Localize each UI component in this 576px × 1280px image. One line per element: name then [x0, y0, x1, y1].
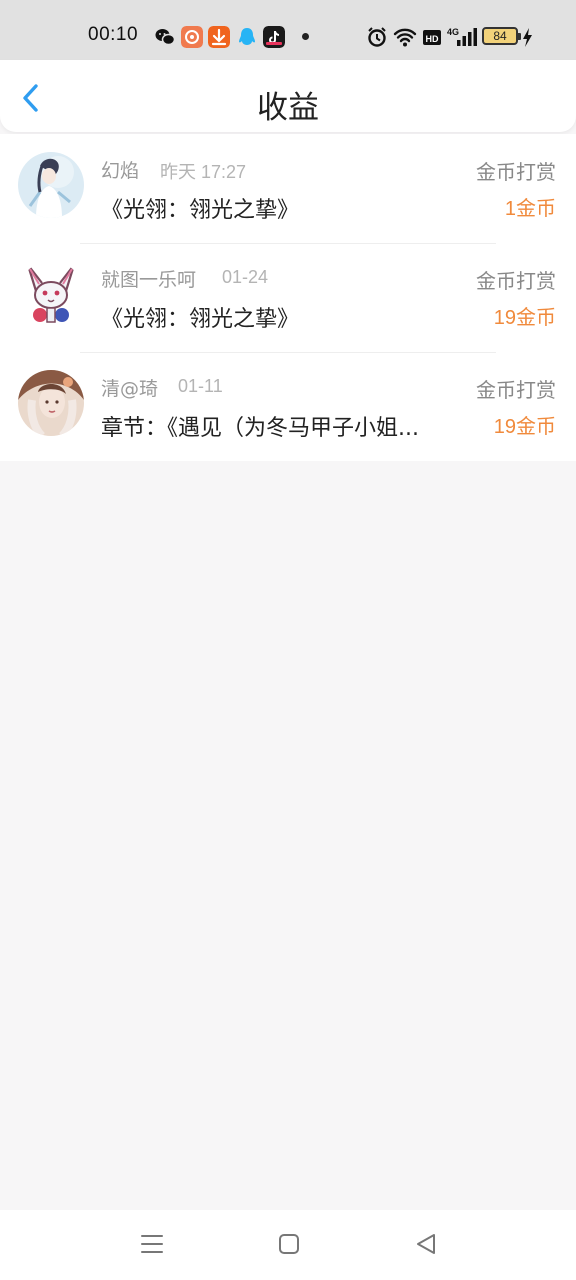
- page-title: 收益: [257, 90, 319, 126]
- record-user: 就图一乐呵: [101, 269, 197, 291]
- svg-text:4G: 4G: [447, 27, 459, 37]
- signal-4g-icon: 4G: [447, 27, 477, 46]
- svg-text:HD: HD: [426, 34, 439, 44]
- record-type: 金币打赏: [476, 160, 556, 184]
- wifi-icon: [393, 28, 417, 47]
- record-user: 清@琦: [101, 378, 159, 400]
- record-work: 《光翎：翎光之挚》: [101, 307, 300, 332]
- record-date: 昨天 17:27: [160, 162, 247, 182]
- alarm-icon: [368, 27, 386, 47]
- tiktok-icon: [263, 26, 285, 48]
- record-type: 金币打赏: [476, 269, 556, 293]
- record-amount: 19金币: [493, 307, 556, 329]
- list-item[interactable]: 就图一乐呵 01-24 《光翎：翎光之挚》 金币打赏 19金币: [0, 243, 576, 352]
- income-list: 幻焰 昨天 17:27 《光翎：翎光之挚》 金币打赏 1金币 就图一乐呵 01-…: [0, 134, 576, 461]
- record-date: 01-11: [178, 376, 223, 396]
- avatar[interactable]: [18, 370, 84, 436]
- qq-icon: [239, 28, 255, 45]
- record-date: 01-24: [222, 267, 269, 287]
- system-navbar: [0, 1210, 576, 1280]
- download-icon: [208, 26, 230, 48]
- charging-icon: [523, 28, 532, 47]
- orange-app-icon: [181, 26, 203, 48]
- record-work: 《光翎：翎光之挚》: [101, 198, 300, 223]
- list-item[interactable]: 幻焰 昨天 17:27 《光翎：翎光之挚》 金币打赏 1金币: [0, 134, 576, 243]
- home-square-icon[interactable]: [275, 1230, 303, 1258]
- status-time: 00:10: [88, 24, 139, 45]
- header: 收益: [0, 60, 576, 132]
- notification-dot-icon: [302, 33, 309, 40]
- record-amount: 1金币: [504, 198, 556, 220]
- avatar[interactable]: [18, 261, 84, 327]
- record-amount: 19金币: [493, 416, 556, 438]
- record-type: 金币打赏: [476, 378, 556, 402]
- back-triangle-icon[interactable]: [412, 1230, 440, 1258]
- record-work: 章节：《遇见（为冬马甲子小姐...: [101, 416, 419, 441]
- record-user: 幻焰: [101, 160, 140, 182]
- avatar[interactable]: [18, 152, 84, 218]
- hd-icon: HD: [423, 30, 441, 45]
- list-item[interactable]: 清@琦 01-11 章节：《遇见（为冬马甲子小姐... 金币打赏 19金币: [0, 352, 576, 461]
- wechat-icon: [155, 29, 176, 46]
- status-bar: 00:10 HD 4G 84: [0, 0, 576, 60]
- battery-icon: 84: [482, 27, 521, 45]
- menu-icon[interactable]: [138, 1230, 166, 1258]
